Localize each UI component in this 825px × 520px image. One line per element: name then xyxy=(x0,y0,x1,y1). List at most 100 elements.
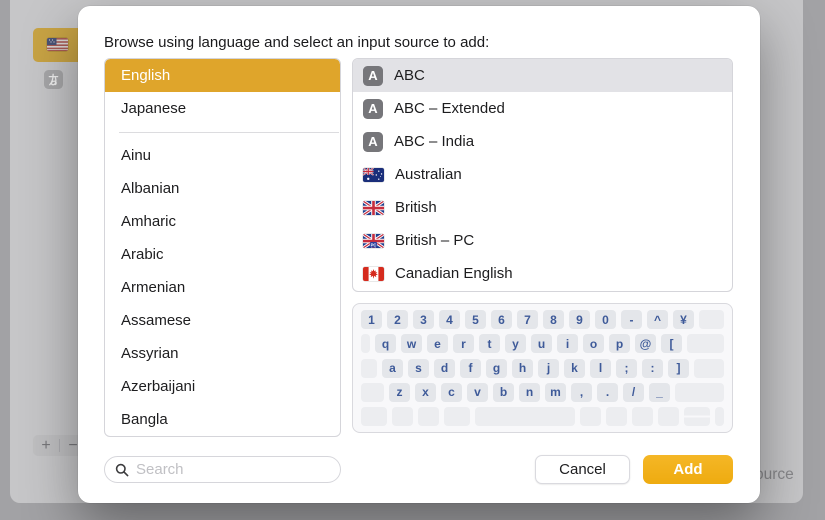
key-_: _ xyxy=(649,383,670,402)
add-input-source-dialog: Browse using language and select an inpu… xyxy=(78,6,760,503)
key-,: , xyxy=(571,383,592,402)
us-flag-icon xyxy=(47,38,68,51)
search-icon xyxy=(115,463,129,477)
source-item-british-pc[interactable]: PC British – PC xyxy=(353,224,732,257)
key-blank xyxy=(715,407,724,426)
language-item-ainu[interactable]: Ainu xyxy=(105,139,340,172)
key-blank xyxy=(675,383,724,402)
key-blank xyxy=(632,407,653,426)
key-i: i xyxy=(557,334,578,353)
language-item-bangla[interactable]: Bangla xyxy=(105,403,340,436)
key-t: t xyxy=(479,334,500,353)
key-5: 5 xyxy=(465,310,486,329)
key-.: . xyxy=(597,383,618,402)
source-item-canadian-english[interactable]: Canadian English xyxy=(353,257,732,290)
hiragana-a-input-icon xyxy=(44,70,63,89)
language-item-armenian[interactable]: Armenian xyxy=(105,271,340,304)
language-list: English Japanese Ainu Albanian Amharic A… xyxy=(104,58,341,437)
key-k: k xyxy=(564,359,585,378)
key-b: b xyxy=(493,383,514,402)
uk-pc-flag-icon: PC xyxy=(363,234,384,248)
abc-badge-icon: A xyxy=(363,66,383,86)
key-:: : xyxy=(642,359,663,378)
key-o: o xyxy=(583,334,604,353)
key-f: f xyxy=(460,359,481,378)
key-^: ^ xyxy=(647,310,668,329)
key-r: r xyxy=(453,334,474,353)
key-p: p xyxy=(609,334,630,353)
language-item-azerbaijani[interactable]: Azerbaijani xyxy=(105,370,340,403)
key--: - xyxy=(621,310,642,329)
dialog-title: Browse using language and select an inpu… xyxy=(104,34,489,51)
language-item-albanian[interactable]: Albanian xyxy=(105,172,340,205)
language-item-assamese[interactable]: Assamese xyxy=(105,304,340,337)
key-w: w xyxy=(401,334,422,353)
key-blank xyxy=(392,407,413,426)
add-button[interactable]: Add xyxy=(643,455,733,484)
abc-badge-icon: A xyxy=(363,132,383,152)
language-item-japanese[interactable]: Japanese xyxy=(105,92,340,125)
key-blank xyxy=(361,383,384,402)
source-item-abc[interactable]: A ABC xyxy=(353,59,732,92)
arrow-keys xyxy=(684,407,710,426)
language-item-english[interactable]: English xyxy=(105,59,340,92)
search-field[interactable] xyxy=(104,456,341,483)
input-source-list: A ABC A ABC – Extended A ABC – India xyxy=(352,58,733,292)
key-/: / xyxy=(623,383,644,402)
key-j: j xyxy=(538,359,559,378)
key-0: 0 xyxy=(595,310,616,329)
source-item-abc-india[interactable]: A ABC – India xyxy=(353,125,732,158)
key-blank xyxy=(687,334,724,353)
key-l: l xyxy=(590,359,611,378)
list-divider xyxy=(119,132,339,133)
key-u: u xyxy=(531,334,552,353)
key-blank xyxy=(444,407,470,426)
key-8: 8 xyxy=(543,310,564,329)
key-blank xyxy=(418,407,439,426)
cancel-button[interactable]: Cancel xyxy=(535,455,630,484)
key-v: v xyxy=(467,383,488,402)
key-3: 3 xyxy=(413,310,434,329)
key-c: c xyxy=(441,383,462,402)
key-1: 1 xyxy=(361,310,382,329)
key-4: 4 xyxy=(439,310,460,329)
keyboard-preview: 1234567890-^¥qwertyuiop@[asdfghjkl;:]zxc… xyxy=(352,303,733,433)
canada-flag-icon xyxy=(363,267,384,281)
key-6: 6 xyxy=(491,310,512,329)
language-item-assyrian[interactable]: Assyrian xyxy=(105,337,340,370)
source-item-abc-extended[interactable]: A ABC – Extended xyxy=(353,92,732,125)
key-]: ] xyxy=(668,359,689,378)
key-e: e xyxy=(427,334,448,353)
key-d: d xyxy=(434,359,455,378)
abc-badge-icon: A xyxy=(363,99,383,119)
key-blank xyxy=(699,310,724,329)
key-s: s xyxy=(408,359,429,378)
key-g: g xyxy=(486,359,507,378)
key-h: h xyxy=(512,359,533,378)
australia-flag-icon xyxy=(363,168,384,182)
key-n: n xyxy=(519,383,540,402)
key-blank xyxy=(361,334,370,353)
key-blank xyxy=(361,407,387,426)
language-item-arabic[interactable]: Arabic xyxy=(105,238,340,271)
key-blank xyxy=(658,407,679,426)
source-item-australian[interactable]: Australian xyxy=(353,158,732,191)
language-item-amharic[interactable]: Amharic xyxy=(105,205,340,238)
key-7: 7 xyxy=(517,310,538,329)
dialog-bottom-bar: Cancel Add xyxy=(104,455,733,484)
key-q: q xyxy=(375,334,396,353)
uk-flag-icon xyxy=(363,201,384,215)
key-¥: ¥ xyxy=(673,310,694,329)
svg-text:PC: PC xyxy=(371,242,377,247)
key-blank xyxy=(694,359,724,378)
key-blank xyxy=(361,359,377,378)
key-@: @ xyxy=(635,334,656,353)
key-z: z xyxy=(389,383,410,402)
source-item-british[interactable]: British xyxy=(353,191,732,224)
key-9: 9 xyxy=(569,310,590,329)
plus-button[interactable]: + xyxy=(33,436,59,456)
key-;: ; xyxy=(616,359,637,378)
key-[: [ xyxy=(661,334,682,353)
search-input[interactable] xyxy=(136,461,335,478)
key-2: 2 xyxy=(387,310,408,329)
